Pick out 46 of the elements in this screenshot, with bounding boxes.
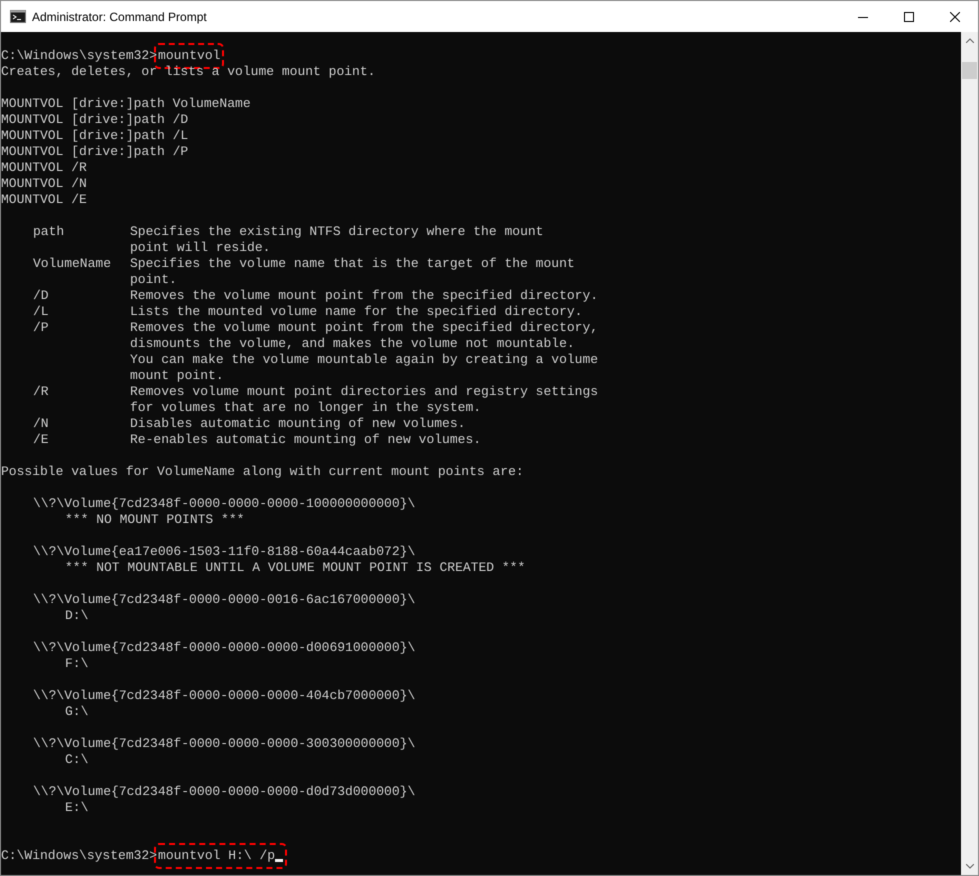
option-description: Specifies the existing NTFS directory where the mount point will reside.	[130, 224, 544, 256]
mount-point: C:\	[64, 752, 90, 768]
option-name: /P	[33, 320, 50, 336]
mount-point: E:\	[64, 800, 90, 816]
close-icon[interactable]	[950, 12, 960, 22]
option-description: Specifies the volume name that is the target of the mount point.	[130, 256, 575, 288]
scroll-down-icon[interactable]	[966, 864, 974, 869]
scroll-up-icon[interactable]	[966, 38, 974, 43]
volume-name: \\?\Volume{7cd2348f-0000-0000-0016-6ac167000000}\	[32, 592, 416, 608]
option-description: Lists the mounted volume name for the specified directory.	[130, 304, 582, 320]
scrollbar-thumb[interactable]	[962, 62, 977, 79]
console-line: MOUNTVOL [drive:]path /D	[1, 112, 190, 128]
mount-point: F:\	[64, 656, 90, 672]
option-description: Removes the volume mount point from the specified directory.	[130, 288, 598, 304]
option-name: /R	[33, 384, 50, 400]
console-line: MOUNTVOL /R	[1, 160, 88, 176]
option-name: path	[33, 224, 66, 240]
option-description: Re-enables automatic mounting of new volumes.	[130, 432, 482, 448]
console-icon	[10, 10, 26, 23]
scrollbar[interactable]	[961, 32, 978, 875]
option-name: /L	[33, 304, 50, 320]
volume-name: \\?\Volume{ea17e006-1503-11f0-8188-60a44caab072}\	[32, 544, 416, 560]
console-line: MOUNTVOL /N	[1, 176, 88, 192]
option-name: /E	[33, 432, 50, 448]
volume-name: \\?\Volume{7cd2348f-0000-0000-0000-300300000000}\	[32, 736, 416, 752]
mount-point: D:\	[64, 608, 90, 624]
option-description: Removes volume mount point directories and registry settings for volumes that are no longer in the system.	[130, 384, 598, 416]
option-description: Removes the volume mount point from the specified directory, dismounts the volume, and makes the volume not mountable. You can make the volume mountable again by creating a volume mount point.	[130, 320, 598, 384]
maximize-icon[interactable]	[904, 12, 914, 22]
mount-point: G:\	[64, 704, 90, 720]
console-line: MOUNTVOL [drive:]path VolumeName	[1, 96, 252, 112]
option-name: /N	[33, 416, 50, 432]
volume-name: \\?\Volume{7cd2348f-0000-0000-0000-d00691000000}\	[32, 640, 416, 656]
console-line: Possible values for VolumeName along with current mount points are:	[1, 464, 525, 480]
mount-point: *** NOT MOUNTABLE UNTIL A VOLUME MOUNT POINT IS CREATED ***	[64, 560, 526, 576]
console-line: MOUNTVOL /E	[1, 192, 88, 208]
option-name: VolumeName	[33, 256, 112, 272]
window-title: Administrator: Command Prompt	[32, 8, 207, 26]
volume-name: \\?\Volume{7cd2348f-0000-0000-0000-100000000000}\	[32, 496, 416, 512]
option-name: /D	[33, 288, 50, 304]
mount-point: *** NO MOUNT POINTS ***	[64, 512, 246, 528]
console-line: MOUNTVOL [drive:]path /P	[1, 144, 190, 160]
volume-name: \\?\Volume{7cd2348f-0000-0000-0000-404cb7000000}\	[32, 688, 416, 704]
console-line: MOUNTVOL [drive:]path /L	[1, 128, 190, 144]
option-description: Disables automatic mounting of new volumes.	[130, 416, 466, 432]
volume-name: \\?\Volume{7cd2348f-0000-0000-0000-d0d73d000000}\	[32, 784, 416, 800]
